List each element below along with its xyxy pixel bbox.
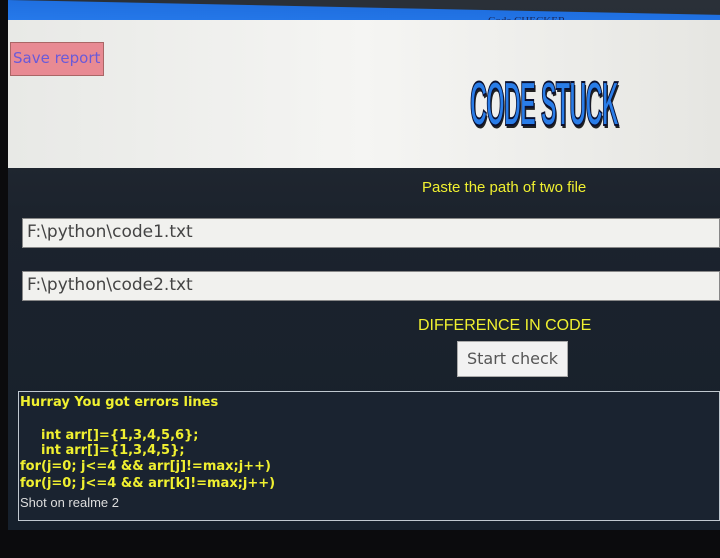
error-line: int arr[]={1,3,4,5};	[41, 443, 185, 458]
error-line: for(j=0; j<=4 && arr[k]!=max;j++)	[20, 476, 276, 491]
error-line: int arr[]={1,3,4,5,6};	[41, 428, 199, 443]
error-line: for(j=0; j<=4 && arr[j]!=max;j++)	[20, 459, 271, 474]
output-panel: Hurray You got errors lines int arr[]={1…	[18, 391, 720, 521]
save-report-button[interactable]: Save report	[10, 42, 104, 76]
file2-input[interactable]: F:\python\code2.txt	[22, 271, 720, 301]
camera-watermark: Shot on realme 2	[20, 495, 120, 510]
file1-input[interactable]: F:\python\code1.txt	[22, 218, 720, 248]
header-panel: Save report CODE STUCK	[8, 20, 720, 168]
instruction-label: Paste the path of two file	[422, 179, 587, 196]
app-window: Code CHECKER Save report CODE STUCK Past…	[8, 0, 720, 530]
code-stuck-logo: CODE STUCK	[470, 69, 620, 140]
difference-heading: DIFFERENCE IN CODE	[418, 317, 592, 334]
output-heading: Hurray You got errors lines	[20, 395, 219, 410]
start-check-button[interactable]: Start check	[457, 341, 568, 377]
